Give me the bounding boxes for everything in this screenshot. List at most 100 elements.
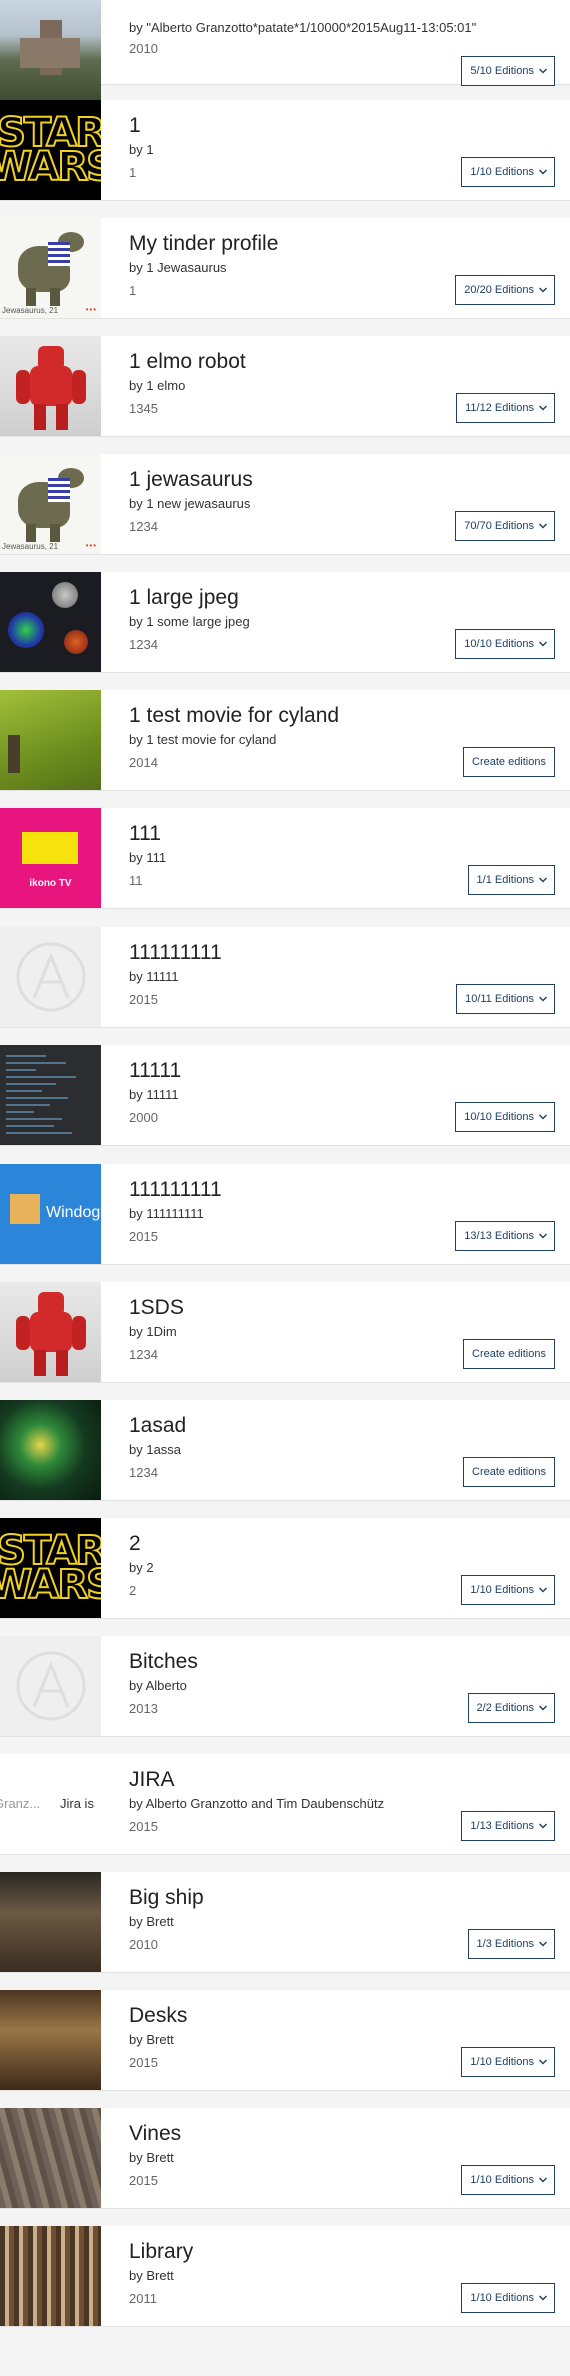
artwork-card[interactable]: STAR WARS 2 by 2 2 1/10 Editions: [0, 1518, 570, 1619]
editions-button-label: 1/1 Editions: [476, 874, 534, 886]
artwork-title[interactable]: 1SDS: [129, 1296, 184, 1320]
artwork-thumbnail[interactable]: Windoge: [0, 1164, 101, 1264]
artwork-title[interactable]: 2: [129, 1532, 141, 1556]
artwork-title[interactable]: 111111111: [129, 1178, 222, 1202]
artwork-thumbnail[interactable]: Granz... Jira is: [0, 1754, 101, 1854]
artwork-card[interactable]: 111111111 by 11111 2015 10/11 Editions: [0, 927, 570, 1028]
artwork-title[interactable]: Desks: [129, 2004, 187, 2028]
artwork-card[interactable]: 1 elmo robot by 1 elmo 1345 11/12 Editions: [0, 336, 570, 437]
artwork-thumbnail[interactable]: ikono TV: [0, 808, 101, 908]
artwork-thumbnail[interactable]: [0, 0, 101, 100]
artwork-thumbnail[interactable]: STAR WARS: [0, 100, 101, 200]
editions-button-label: 10/11 Editions: [465, 993, 534, 1005]
artwork-thumbnail[interactable]: Jewasaurus, 21 •••: [0, 218, 101, 318]
editions-button-label: 13/13 Editions: [464, 1230, 534, 1242]
artwork-title[interactable]: 11111: [129, 1059, 181, 1083]
artwork-year: 1345: [129, 401, 158, 416]
editions-button-label: 5/10 Editions: [470, 65, 534, 77]
chevron-down-icon: [539, 1587, 547, 1594]
artwork-artist: by 1 some large jpeg: [129, 614, 250, 629]
artwork-card[interactable]: Bitches by Alberto 2013 2/2 Editions: [0, 1636, 570, 1737]
artwork-thumbnail[interactable]: [0, 1872, 101, 1972]
artwork-card[interactable]: 1 test movie for cyland by 1 test movie f…: [0, 690, 570, 791]
artwork-card[interactable]: Jewasaurus, 21 ••• My tinder profile by 1 J…: [0, 218, 570, 319]
artwork-card[interactable]: Granz... Jira is JIRA by Alberto Granzotto …: [0, 1754, 570, 1855]
artwork-title[interactable]: Vines: [129, 2122, 181, 2146]
editions-button[interactable]: Create editions: [463, 1339, 555, 1369]
artwork-thumbnail[interactable]: [0, 1045, 101, 1145]
artwork-title[interactable]: JIRA: [129, 1768, 175, 1792]
editions-button-label: Create editions: [472, 756, 546, 768]
editions-button[interactable]: 13/13 Editions: [455, 1221, 555, 1251]
artwork-thumbnail[interactable]: [0, 1282, 101, 1382]
artwork-year: 2011: [129, 2291, 157, 2306]
artwork-card[interactable]: 11111 by 11111 2000 10/10 Editions: [0, 1045, 570, 1146]
artwork-card[interactable]: ikono TV 111 by 111 11 1/1 Editions: [0, 808, 570, 909]
artwork-artist: by Brett: [129, 2150, 174, 2165]
artwork-thumbnail[interactable]: [0, 2226, 101, 2326]
artwork-year: 1234: [129, 637, 158, 652]
artwork-card[interactable]: Windoge 111111111 by 111111111 2015 13/13 Ed…: [0, 1164, 570, 1265]
artwork-card[interactable]: STAR WARS 1 by 1 1 1/10 Editions: [0, 100, 570, 201]
editions-button[interactable]: 1/10 Editions: [461, 2165, 555, 2195]
editions-button[interactable]: 20/20 Editions: [455, 275, 555, 305]
artwork-title[interactable]: Bitches: [129, 1650, 198, 1674]
editions-button[interactable]: 10/10 Editions: [455, 629, 555, 659]
artwork-title[interactable]: Big ship: [129, 1886, 204, 1910]
artwork-card[interactable]: 1asad by 1assa 1234 Create editions: [0, 1400, 570, 1501]
artwork-thumbnail[interactable]: [0, 1400, 101, 1500]
artwork-card[interactable]: Library by Brett 2011 1/10 Editions: [0, 2226, 570, 2327]
artwork-card[interactable]: Vines by Brett 2015 1/10 Editions: [0, 2108, 570, 2209]
starwars-text: WARS: [0, 1562, 101, 1608]
artwork-thumbnail[interactable]: [0, 1636, 101, 1736]
editions-button[interactable]: 1/10 Editions: [461, 157, 555, 187]
artwork-artist: by Alberto Granzotto and Tim Daubenschüt…: [129, 1796, 385, 1811]
artwork-artist: by 111111111: [129, 1206, 204, 1221]
artwork-title[interactable]: Library: [129, 2240, 193, 2264]
artwork-thumbnail[interactable]: STAR WARS: [0, 1518, 101, 1618]
artwork-title[interactable]: My tinder profile: [129, 232, 278, 256]
editions-button[interactable]: 1/10 Editions: [461, 2283, 555, 2313]
artwork-artist: by Brett: [129, 2268, 174, 2283]
editions-button[interactable]: 5/10 Editions: [461, 56, 555, 86]
artwork-thumbnail[interactable]: [0, 336, 101, 436]
editions-button[interactable]: 1/13 Editions: [461, 1811, 555, 1841]
artwork-card[interactable]: Jewasaurus, 21 ••• 1 jewasaurus by 1 new je…: [0, 454, 570, 555]
artwork-title[interactable]: 1asad: [129, 1414, 186, 1438]
artwork-title[interactable]: 1 large jpeg: [129, 586, 239, 610]
artwork-thumbnail[interactable]: [0, 2108, 101, 2208]
editions-button[interactable]: Create editions: [463, 1457, 555, 1487]
artwork-year: 2000: [129, 1110, 158, 1125]
artwork-thumbnail[interactable]: [0, 1990, 101, 2090]
artwork-thumbnail[interactable]: Jewasaurus, 21 •••: [0, 454, 101, 554]
artwork-year: 2010: [129, 41, 158, 56]
editions-button[interactable]: 1/1 Editions: [467, 865, 555, 895]
artwork-title[interactable]: 111111111: [129, 941, 222, 965]
artwork-card[interactable]: by "Alberto Granzotto*patate*1/10000*201…: [0, 0, 570, 100]
artwork-card[interactable]: 1SDS by 1Dim 1234 Create editions: [0, 1282, 570, 1383]
artwork-title[interactable]: 111: [129, 822, 161, 846]
editions-button[interactable]: 2/2 Editions: [467, 1693, 555, 1723]
editions-button[interactable]: Create editions: [463, 747, 555, 777]
artwork-card[interactable]: 1 large jpeg by 1 some large jpeg 1234 10/1…: [0, 572, 570, 673]
artwork-title[interactable]: 1 elmo robot: [129, 350, 246, 374]
artwork-thumbnail[interactable]: [0, 690, 101, 790]
artwork-title[interactable]: 1 test movie for cyland: [129, 704, 339, 728]
editions-button[interactable]: 1/10 Editions: [461, 2047, 555, 2077]
editions-button-label: 20/20 Editions: [464, 284, 534, 296]
editions-button[interactable]: 10/10 Editions: [455, 1102, 555, 1132]
artwork-thumbnail[interactable]: [0, 927, 101, 1027]
artwork-title[interactable]: 1 jewasaurus: [129, 468, 253, 492]
editions-button[interactable]: 10/11 Editions: [456, 984, 555, 1014]
chevron-down-icon: [539, 2177, 547, 2184]
artwork-card[interactable]: Desks by Brett 2015 1/10 Editions: [0, 1990, 570, 2091]
editions-button[interactable]: 1/3 Editions: [467, 1929, 555, 1959]
editions-button[interactable]: 1/10 Editions: [461, 1575, 555, 1605]
artwork-title[interactable]: 1: [129, 114, 141, 138]
artwork-card[interactable]: Big ship by Brett 2010 1/3 Editions: [0, 1872, 570, 1973]
editions-button[interactable]: 70/70 Editions: [455, 511, 555, 541]
thumb-dots: •••: [85, 541, 97, 550]
artwork-year: 2015: [129, 1819, 158, 1834]
artwork-thumbnail[interactable]: [0, 572, 101, 672]
editions-button[interactable]: 11/12 Editions: [456, 393, 555, 423]
